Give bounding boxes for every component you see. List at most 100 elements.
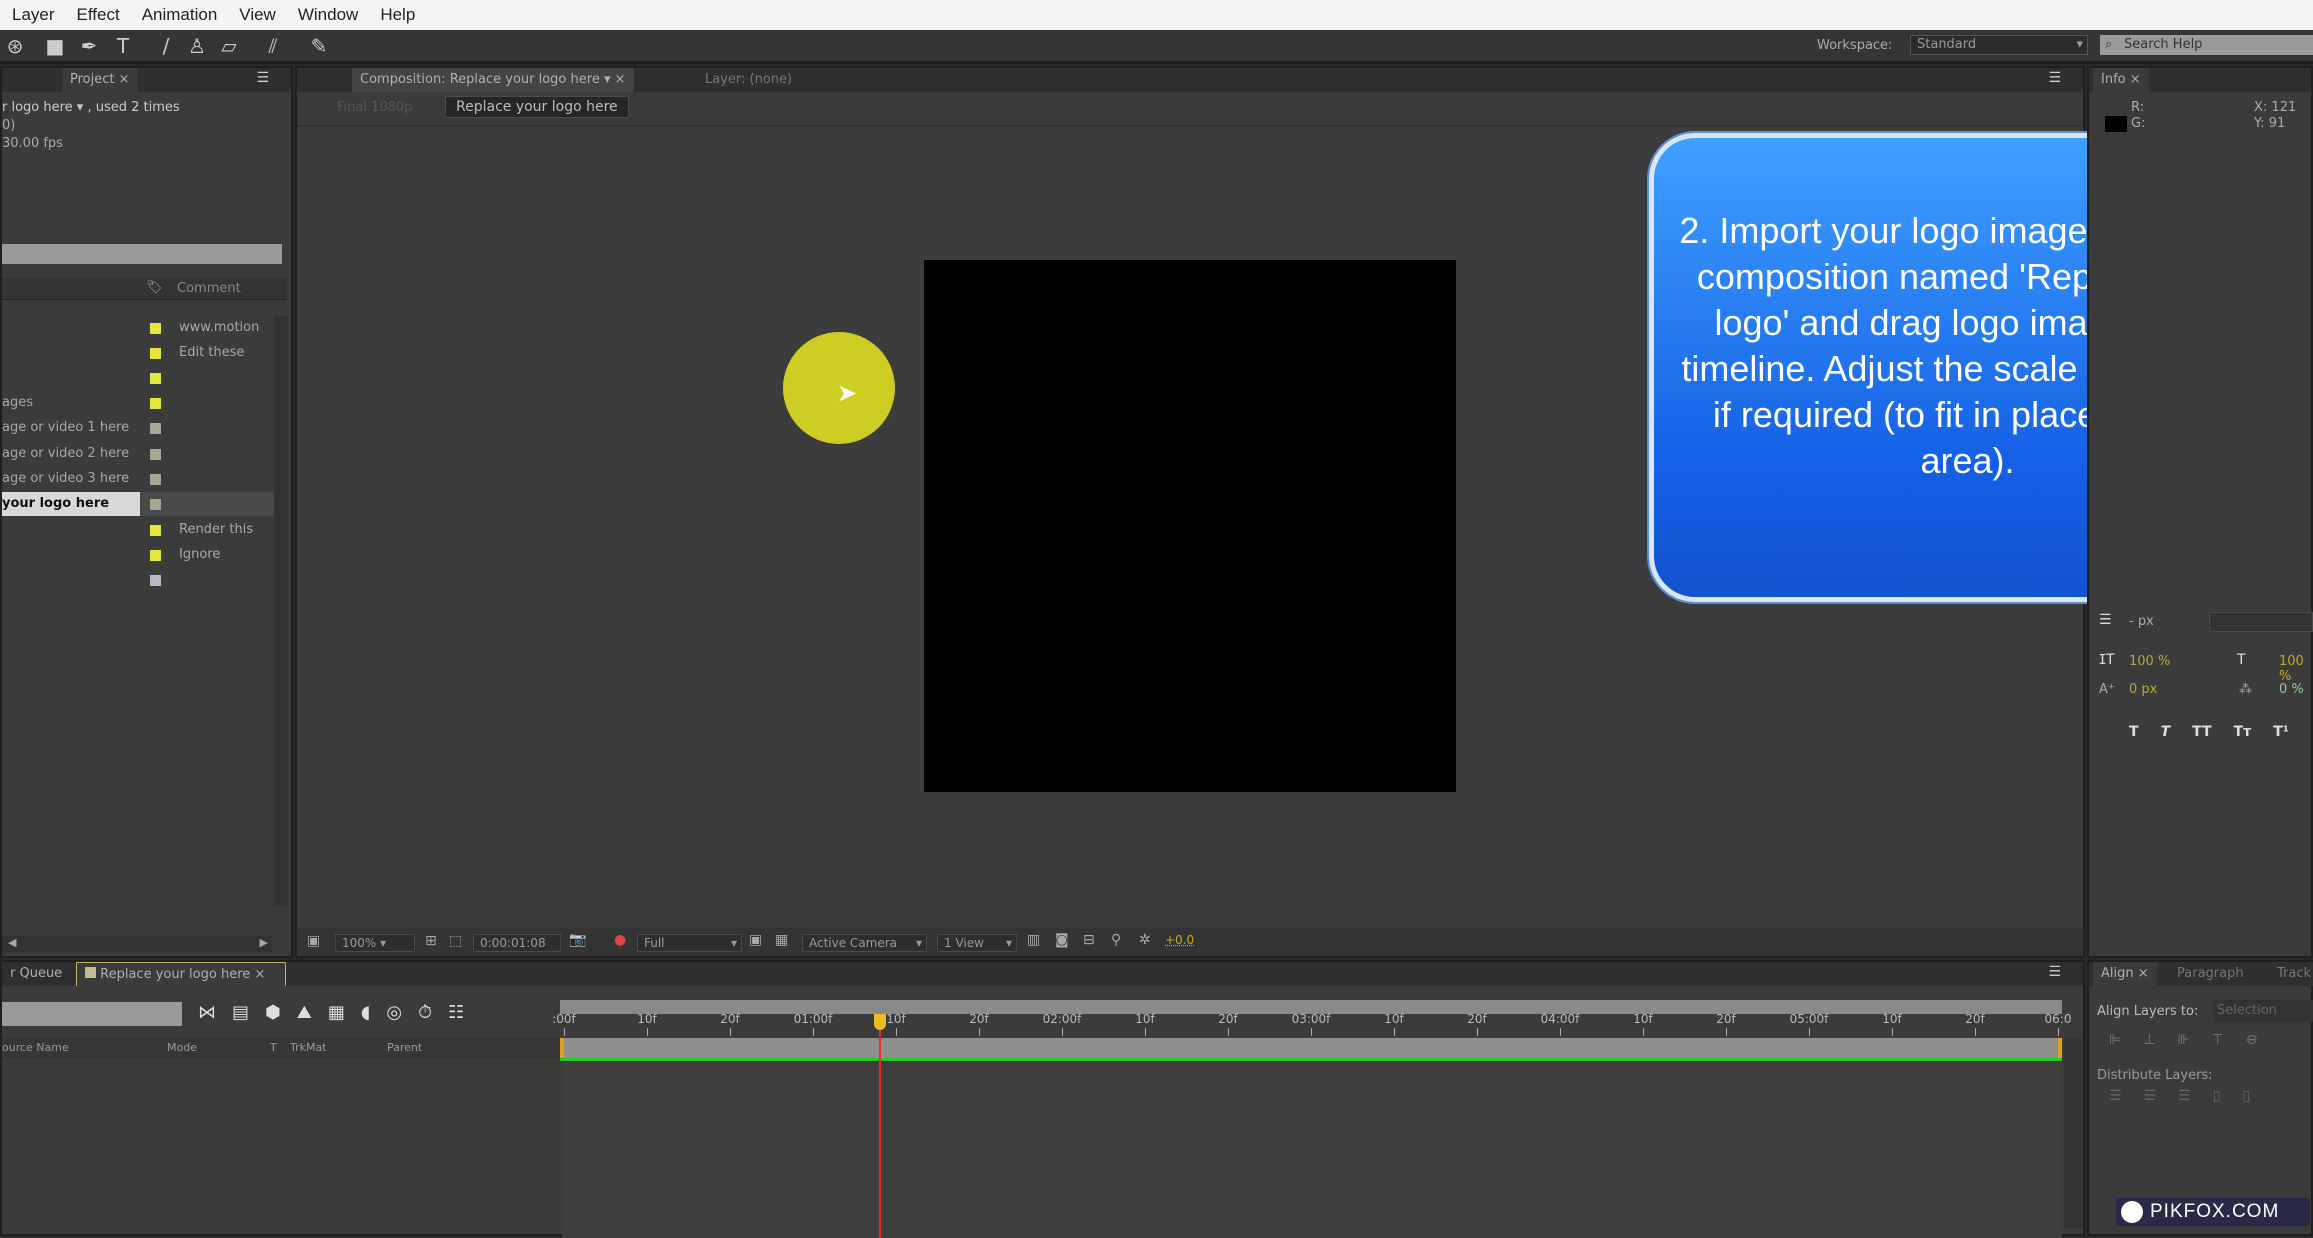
align-left-icon[interactable]: ⊫	[2109, 1032, 2121, 1048]
layer-track-area[interactable]	[562, 1062, 2062, 1238]
live-update-icon[interactable]: ▤	[232, 1002, 249, 1023]
tab-align[interactable]: Align ×	[2093, 962, 2157, 986]
timeline-icon[interactable]: ⊟	[1083, 932, 1095, 948]
distribute-left-icon[interactable]: ▯	[2213, 1088, 2221, 1104]
frame-blending-icon[interactable]: ▦	[328, 1002, 345, 1023]
grid-icon[interactable]: ⊞	[425, 933, 437, 949]
align-vcenter-icon[interactable]: ⊖	[2246, 1032, 2258, 1048]
exposure-reset-icon[interactable]: ✲	[1139, 932, 1151, 948]
menu-view[interactable]: View	[239, 5, 276, 25]
draft-3d-icon[interactable]: ⬢	[265, 1002, 281, 1023]
project-item[interactable]: ages	[2, 391, 287, 415]
fast-preview-icon[interactable]: ◙	[1055, 932, 1069, 948]
project-horizontal-scrollbar[interactable]: ◀ ▶	[2, 936, 272, 952]
tracking-field[interactable]	[2209, 612, 2313, 632]
scroll-left-icon[interactable]: ◀	[8, 936, 16, 949]
baseline-shift-value[interactable]: 0 px	[2129, 682, 2157, 697]
eraser-tool-icon[interactable]: ▱	[218, 35, 240, 57]
tab-layer[interactable]: Layer: (none)	[697, 68, 801, 92]
menu-animation[interactable]: Animation	[142, 5, 218, 25]
menu-effect[interactable]: Effect	[77, 5, 120, 25]
col-t[interactable]: T	[270, 1041, 277, 1054]
project-item[interactable]: Render this	[2, 518, 287, 542]
menu-window[interactable]: Window	[298, 5, 358, 25]
orbit-tool-icon[interactable]: ⊛	[4, 35, 26, 57]
auto-keyframe-icon[interactable]: ⏱	[418, 1002, 432, 1023]
tab-composition[interactable]: Composition: Replace your logo here ▾ ×	[352, 68, 634, 92]
always-preview-icon[interactable]: ▣	[307, 933, 320, 949]
region-of-interest-icon[interactable]: ▣	[749, 932, 762, 948]
align-hcenter-icon[interactable]: ⊥	[2143, 1032, 2155, 1048]
timeline-zoom-slider[interactable]	[2064, 1038, 2082, 1228]
motion-blur-icon[interactable]: ◖	[361, 1002, 370, 1023]
exposure-value[interactable]: +0.0	[1165, 933, 1194, 947]
small-caps-icon[interactable]: Tт	[2234, 724, 2252, 740]
distribute-right-icon[interactable]: ▯	[2242, 1088, 2250, 1104]
tab-paragraph[interactable]: Paragraph	[2169, 962, 2252, 986]
project-item[interactable]: your logo here	[2, 492, 287, 516]
logo-placeholder-canvas[interactable]	[924, 260, 1456, 792]
col-mode[interactable]: Mode	[167, 1041, 197, 1054]
tab-project[interactable]: Project ×	[62, 68, 138, 92]
work-area-bar[interactable]	[560, 1038, 2062, 1058]
label-color-swatch[interactable]	[150, 423, 161, 434]
project-item[interactable]: age or video 2 here	[2, 442, 287, 466]
graph-editor-icon[interactable]: ☷	[448, 1002, 464, 1023]
brush-tool-icon[interactable]: /	[155, 35, 177, 57]
menu-help[interactable]: Help	[380, 5, 415, 25]
channel-rgb-icon[interactable]: ●	[614, 932, 626, 948]
flowchart-icon[interactable]: ⚲	[1111, 932, 1121, 948]
breadcrumb-current[interactable]: Replace your logo here	[445, 96, 629, 118]
label-color-swatch[interactable]	[150, 449, 161, 460]
project-item[interactable]	[2, 568, 287, 592]
tsume-value[interactable]: 0 %	[2279, 682, 2304, 697]
scroll-right-icon[interactable]: ▶	[260, 936, 268, 949]
col-trkmat[interactable]: TrkMat	[290, 1041, 327, 1054]
project-item[interactable]: Edit these	[2, 341, 287, 365]
label-color-swatch[interactable]	[150, 348, 161, 359]
menu-layer[interactable]: Layer	[12, 5, 55, 25]
magnification-select[interactable]: 100% ▾	[335, 934, 415, 952]
current-time-display[interactable]: 0:00:01:08	[473, 934, 561, 952]
label-color-swatch[interactable]	[150, 499, 161, 510]
horizontal-scale-value[interactable]: 100 %	[2279, 654, 2311, 684]
tab-render-queue[interactable]: r Queue	[2, 962, 71, 986]
align-right-icon[interactable]: ⊪	[2177, 1032, 2189, 1048]
comment-column-header[interactable]: Comment	[177, 281, 241, 296]
panel-menu-icon[interactable]: ☰	[2048, 964, 2061, 980]
label-color-swatch[interactable]	[150, 575, 161, 586]
label-color-swatch[interactable]	[150, 398, 161, 409]
label-color-swatch[interactable]	[150, 550, 161, 561]
align-top-icon[interactable]: ⊤	[2212, 1032, 2224, 1048]
col-source-name[interactable]: ource Name	[2, 1041, 69, 1054]
time-ruler[interactable]: :00f 10f 20f 01:00f 10f 20f 02:00f 10f 20f 03:00f…	[552, 1006, 2071, 1038]
superscript-icon[interactable]: T¹	[2273, 724, 2289, 740]
faux-italic-icon[interactable]: T	[2161, 724, 2171, 740]
tab-tracker[interactable]: Track	[2269, 962, 2313, 986]
panel-menu-icon[interactable]: ☰	[256, 70, 269, 86]
project-item[interactable]: www.motion	[2, 316, 287, 340]
pen-tool-icon[interactable]: ✒	[78, 35, 100, 57]
project-search-input[interactable]	[2, 244, 282, 264]
project-vertical-scrollbar[interactable]	[274, 316, 288, 906]
label-color-swatch[interactable]	[150, 373, 161, 384]
vertical-scale-value[interactable]: 100 %	[2129, 654, 2170, 669]
brainstorm-icon[interactable]: ◎	[386, 1002, 402, 1023]
distribute-top-icon[interactable]: ☰	[2109, 1088, 2122, 1104]
align-to-select[interactable]: Selection	[2214, 1000, 2313, 1022]
transparency-grid-icon[interactable]: ▦	[775, 932, 788, 948]
roto-brush-tool-icon[interactable]: ⫽	[262, 35, 284, 57]
label-color-swatch[interactable]	[150, 525, 161, 536]
project-item[interactable]: Ignore	[2, 543, 287, 567]
tab-timeline-comp[interactable]: Replace your logo here ×	[76, 962, 286, 986]
resolution-select[interactable]: Full ▾	[637, 934, 742, 952]
breadcrumb-prev[interactable]: Final 1080p	[337, 100, 412, 115]
clone-stamp-tool-icon[interactable]: ♙	[186, 35, 208, 57]
faux-bold-icon[interactable]: T	[2129, 724, 2139, 740]
shy-layers-icon[interactable]: ⛰	[297, 1002, 312, 1023]
col-parent[interactable]: Parent	[387, 1041, 422, 1054]
mask-visibility-icon[interactable]: ⬚	[449, 933, 462, 949]
panel-menu-icon[interactable]: ☰	[2048, 70, 2061, 86]
label-color-swatch[interactable]	[150, 474, 161, 485]
distribute-bottom-icon[interactable]: ☰	[2178, 1088, 2191, 1104]
